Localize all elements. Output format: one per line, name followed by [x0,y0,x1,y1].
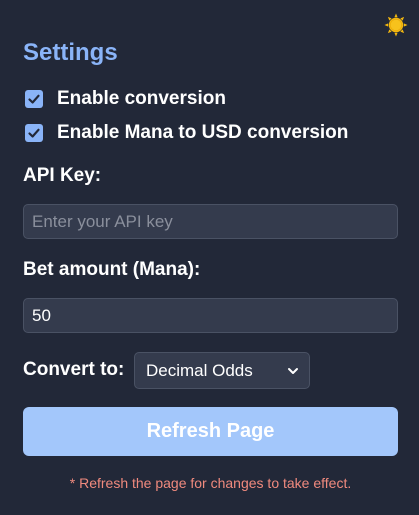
enable-mana-usd-row[interactable]: Enable Mana to USD conversion [25,121,348,145]
sun-icon [384,13,408,37]
bet-amount-input[interactable] [23,298,398,333]
api-key-label: API Key: [23,165,102,186]
convert-to-selected-value: Decimal Odds [146,360,253,380]
bet-amount-label: Bet amount (Mana): [23,259,201,280]
convert-to-select[interactable]: Decimal Odds [134,352,310,389]
theme-toggle-button[interactable] [384,13,408,37]
api-key-input[interactable] [23,204,398,239]
enable-mana-usd-label: Enable Mana to USD conversion [57,122,349,143]
enable-conversion-label: Enable conversion [57,88,226,109]
enable-conversion-row[interactable]: Enable conversion [25,87,226,111]
refresh-note: * Refresh the page for changes to take e… [69,475,352,491]
checkmark-icon [28,94,40,104]
page-title: Settings [23,39,118,66]
refresh-page-button[interactable]: Refresh Page [23,407,398,456]
enable-mana-usd-checkbox[interactable] [25,124,43,142]
chevron-down-icon [288,367,298,374]
checkmark-icon [28,128,40,138]
convert-to-label: Convert to: [23,359,125,380]
enable-conversion-checkbox[interactable] [25,90,43,108]
